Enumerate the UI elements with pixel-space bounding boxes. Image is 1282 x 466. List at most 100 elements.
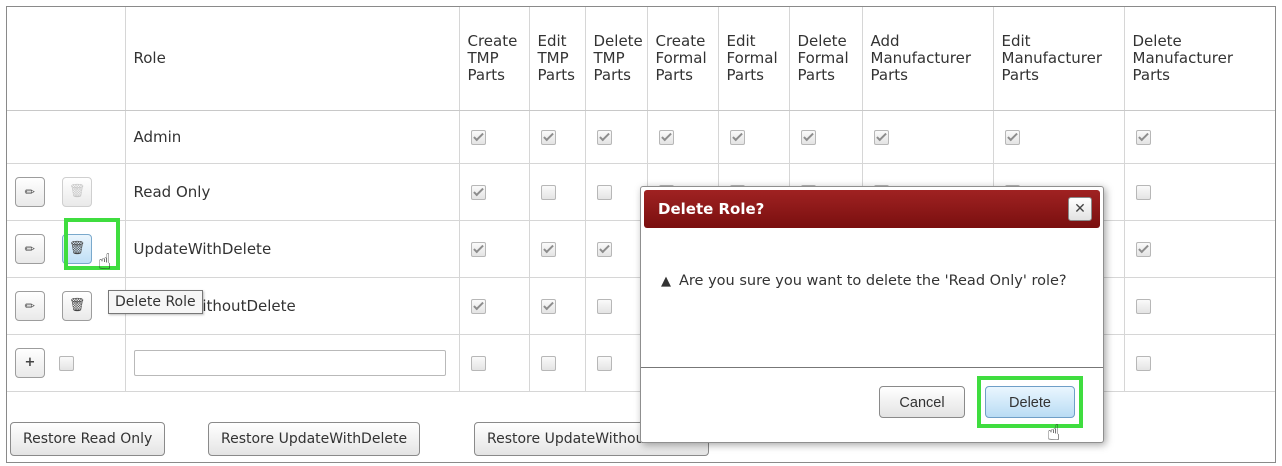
- permission-checkbox[interactable]: [540, 356, 556, 371]
- dialog-title-bar: Delete Role? ✕: [644, 190, 1100, 228]
- restore-update-with-delete-button[interactable]: Restore UpdateWithDelete: [208, 422, 421, 456]
- dialog-title: Delete Role?: [658, 200, 765, 218]
- permission-cell: [459, 163, 530, 221]
- pencil-icon: ✎: [21, 297, 39, 315]
- column-header-label: Edit Formal Parts: [726, 32, 778, 84]
- column-header-actions: [7, 7, 126, 111]
- column-header-edit_formal: Edit Formal Parts: [718, 7, 790, 111]
- column-header-add_mfr: Add Manufacturer Parts: [862, 7, 994, 111]
- new-role-select-checkbox[interactable]: [59, 355, 74, 371]
- table-row: Admin: [7, 110, 1275, 164]
- permission-cell: [459, 277, 530, 335]
- delete-role-button[interactable]: 🗑: [62, 234, 92, 264]
- permission-checkbox[interactable]: [596, 299, 612, 314]
- permission-checkbox[interactable]: [1004, 130, 1020, 145]
- dialog-message-text: Are you sure you want to delete the 'Rea…: [679, 273, 1067, 289]
- permission-cell: [529, 277, 586, 335]
- cancel-button[interactable]: Cancel: [879, 386, 965, 418]
- trash-icon: 🗑: [68, 241, 86, 256]
- column-header-role: Role: [125, 7, 460, 111]
- role-name: UpdateWithDelete: [125, 220, 460, 278]
- permission-checkbox[interactable]: [540, 242, 556, 257]
- permission-checkbox[interactable]: [596, 356, 612, 371]
- delete-role-button[interactable]: 🗑: [62, 177, 92, 207]
- permission-checkbox[interactable]: [540, 130, 556, 145]
- permission-cell: [529, 110, 586, 164]
- permission-cell: [585, 277, 648, 335]
- warning-icon: ▲: [661, 274, 671, 289]
- role-name: Admin: [125, 110, 460, 164]
- permission-checkbox[interactable]: [1135, 356, 1151, 371]
- column-header-edit_tmp: Edit TMP Parts: [529, 7, 586, 111]
- permission-cell: [459, 334, 530, 392]
- trash-icon: 🗑: [68, 184, 86, 199]
- dialog-divider: [641, 367, 1103, 368]
- permission-checkbox[interactable]: [1135, 242, 1151, 257]
- column-header-delete_mfr: Delete Manufacturer Parts: [1124, 7, 1275, 111]
- permission-cell: [1124, 277, 1275, 335]
- permission-checkbox[interactable]: [470, 242, 486, 257]
- column-header-label: Delete Formal Parts: [797, 32, 849, 84]
- hand-cursor-icon: ☝: [1047, 421, 1061, 446]
- permission-checkbox[interactable]: [1135, 185, 1151, 200]
- permission-cell: [529, 220, 586, 278]
- permission-checkbox[interactable]: [729, 130, 745, 145]
- permission-cell: [647, 110, 719, 164]
- permission-cell: [529, 163, 586, 221]
- permission-checkbox[interactable]: [470, 299, 486, 314]
- delete-role-button[interactable]: 🗑: [62, 291, 92, 321]
- edit-role-button[interactable]: ✎: [15, 177, 45, 207]
- permission-checkbox[interactable]: [470, 130, 486, 145]
- permission-checkbox[interactable]: [596, 130, 612, 145]
- add-role-button[interactable]: +: [15, 348, 45, 378]
- column-header-delete_formal: Delete Formal Parts: [789, 7, 863, 111]
- delete-button[interactable]: Delete: [985, 386, 1075, 418]
- permission-cell: [585, 334, 648, 392]
- column-header-label: Create TMP Parts: [467, 32, 518, 84]
- permission-checkbox[interactable]: [1135, 130, 1151, 145]
- permission-checkbox[interactable]: [540, 185, 556, 200]
- permission-checkbox[interactable]: [470, 356, 486, 371]
- permission-cell: [718, 110, 790, 164]
- permission-checkbox[interactable]: [596, 185, 612, 200]
- permission-cell: [529, 334, 586, 392]
- column-header-delete_tmp: Delete TMP Parts: [585, 7, 648, 111]
- permission-cell: [1124, 334, 1275, 392]
- trash-icon: 🗑: [68, 298, 86, 313]
- column-header-edit_mfr: Edit Manufacturer Parts: [993, 7, 1125, 111]
- close-icon[interactable]: ✕: [1068, 197, 1092, 221]
- column-header-label: Create Formal Parts: [655, 32, 707, 84]
- restore-read-only-button[interactable]: Restore Read Only: [10, 422, 166, 456]
- permission-checkbox[interactable]: [658, 130, 674, 145]
- column-header-label: Edit TMP Parts: [537, 32, 575, 84]
- permission-checkbox[interactable]: [800, 130, 816, 145]
- column-header-label: Delete TMP Parts: [593, 32, 643, 84]
- pencil-icon: ✎: [21, 240, 39, 258]
- permission-cell: [585, 220, 648, 278]
- permission-checkbox[interactable]: [540, 299, 556, 314]
- delete-role-tooltip: Delete Role: [108, 290, 203, 314]
- permission-cell: [459, 220, 530, 278]
- permission-checkbox[interactable]: [596, 242, 612, 257]
- column-header-create_tmp: Create TMP Parts: [459, 7, 530, 111]
- permission-checkbox[interactable]: [470, 185, 486, 200]
- edit-role-button[interactable]: ✎: [15, 234, 45, 264]
- permission-cell: [1124, 220, 1275, 278]
- permission-checkbox[interactable]: [1135, 299, 1151, 314]
- permission-cell: [1124, 163, 1275, 221]
- permission-cell: [862, 110, 994, 164]
- permission-cell: [993, 110, 1125, 164]
- permission-checkbox[interactable]: [873, 130, 889, 145]
- permission-cell: [459, 110, 530, 164]
- permission-cell: [585, 163, 648, 221]
- column-header-create_formal: Create Formal Parts: [647, 7, 719, 111]
- permission-cell: [585, 110, 648, 164]
- column-header-label: Add Manufacturer Parts: [870, 32, 972, 84]
- edit-role-button[interactable]: ✎: [15, 291, 45, 321]
- table-header-row: Role Create TMP Parts Edit TMP Parts Delete…: [7, 7, 1275, 111]
- new-role-name-input[interactable]: [133, 350, 446, 376]
- column-header-label: Edit Manufacturer Parts: [1001, 32, 1103, 84]
- delete-role-dialog: Delete Role? ✕ ▲ Are you sure you want to…: [640, 186, 1104, 446]
- new-row-actions: +: [7, 334, 126, 392]
- permission-cell: [789, 110, 863, 164]
